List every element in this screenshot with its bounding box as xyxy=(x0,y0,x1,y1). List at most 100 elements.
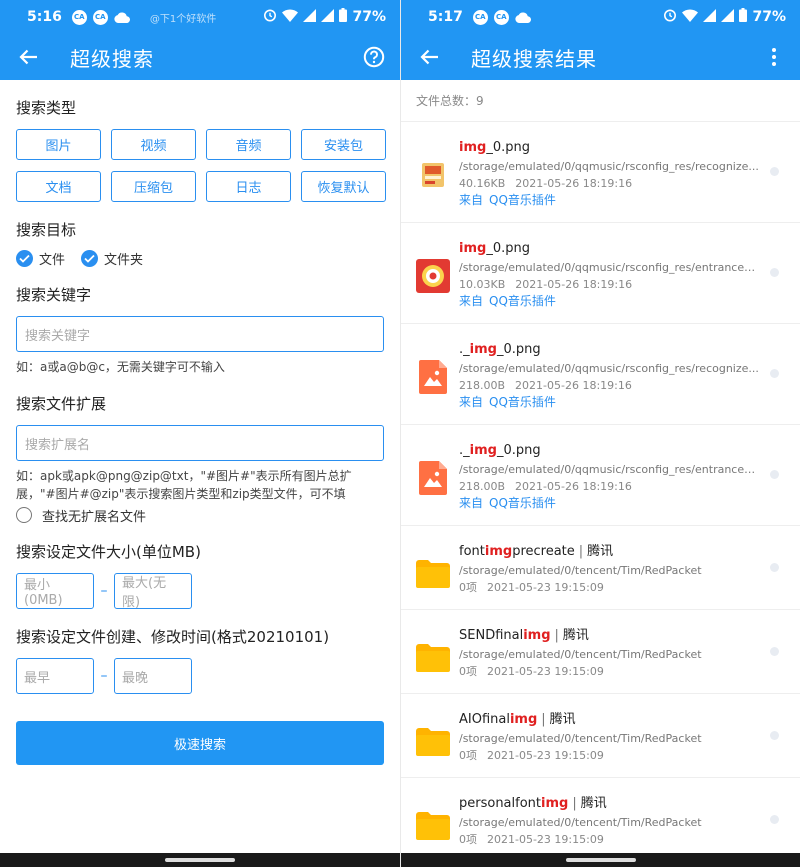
select-indicator[interactable] xyxy=(770,268,779,277)
folder-icon xyxy=(415,724,451,760)
result-date: 2021-05-23 19:15:09 xyxy=(487,665,604,678)
target-folder-checkbox[interactable]: 文件夹 xyxy=(81,249,143,268)
result-item[interactable]: personalfontimg | 腾讯/storage/emulated/0/te… xyxy=(401,778,800,862)
battery-percentage: 77% xyxy=(352,9,386,25)
result-source: 来自 QQ音乐插件 xyxy=(459,192,760,208)
type-video-button[interactable]: 视频 xyxy=(111,129,196,160)
search-screen: 5:16 CA CA @下1个好软件 77% 超级搜索 搜索类型 图片 视频 音… xyxy=(0,0,400,867)
file-count: 文件总数：9 xyxy=(401,80,800,122)
result-meta: 0项 2021-05-23 19:15:09 xyxy=(459,664,760,679)
back-button[interactable] xyxy=(16,45,40,69)
navigation-bar xyxy=(401,853,800,867)
filename-match-highlight: img xyxy=(469,342,497,357)
result-filename: ._img_0.png xyxy=(459,341,760,359)
app-notification-icon: CA xyxy=(493,9,509,25)
result-filename: img_0.png xyxy=(459,139,760,157)
no-extension-radio[interactable]: 查找无扩展名文件 xyxy=(16,506,384,525)
result-item[interactable]: SENDfinalimg | 腾讯/storage/emulated/0/tence… xyxy=(401,610,800,694)
source-name[interactable]: QQ音乐插件 xyxy=(489,395,556,409)
result-source: 来自 QQ音乐插件 xyxy=(459,293,760,309)
select-indicator[interactable] xyxy=(770,647,779,656)
result-path: /storage/emulated/0/qqmusic/rsconfig_res… xyxy=(459,362,759,375)
type-document-button[interactable]: 文档 xyxy=(16,171,101,202)
result-meta: 218.00B 2021-05-26 18:19:16 xyxy=(459,378,760,393)
keyword-input[interactable]: 搜索关键字 xyxy=(16,316,384,352)
back-button[interactable] xyxy=(417,45,441,69)
cloud-icon xyxy=(114,12,130,23)
search-target-options: 文件 文件夹 xyxy=(16,249,384,268)
size-range: 最小(0MB) – 最大(无限) xyxy=(16,573,384,610)
source-name[interactable]: QQ音乐插件 xyxy=(489,193,556,207)
tag-separator: | xyxy=(541,712,546,727)
qqmusic-recognize-thumb-icon xyxy=(415,157,451,193)
search-form: 搜索类型 图片 视频 音频 安装包 文档 压缩包 日志 恢复默认 搜索目标 文件… xyxy=(0,98,400,765)
extension-hint: 如：apk或apk@png@zip@txt，"#图片#"表示所有图片总扩展，"#… xyxy=(16,469,352,501)
battery-icon xyxy=(739,8,748,26)
source-name[interactable]: QQ音乐插件 xyxy=(489,294,556,308)
result-meta: 0项 2021-05-23 19:15:09 xyxy=(459,580,760,595)
select-indicator[interactable] xyxy=(770,731,779,740)
extension-input[interactable]: 搜索扩展名 xyxy=(16,425,384,461)
home-gesture-handle[interactable] xyxy=(165,858,235,862)
more-vert-icon xyxy=(772,48,776,66)
size-max-input[interactable]: 最大(无限) xyxy=(114,573,192,610)
alarm-icon xyxy=(663,8,677,26)
status-bar: 5:17 CA CA 77% xyxy=(401,0,800,34)
result-size: 218.00B xyxy=(459,379,506,392)
type-image-button[interactable]: 图片 xyxy=(16,129,101,160)
select-indicator[interactable] xyxy=(770,563,779,572)
type-audio-button[interactable]: 音频 xyxy=(206,129,291,160)
results-list: img_0.png/storage/emulated/0/qqmusic/rsc… xyxy=(401,122,800,862)
source-name[interactable]: QQ音乐插件 xyxy=(489,496,556,510)
search-type-label: 搜索类型 xyxy=(16,99,77,117)
select-indicator[interactable] xyxy=(770,815,779,824)
status-time: 5:16 xyxy=(27,9,62,25)
quick-search-button[interactable]: 极速搜索 xyxy=(16,721,384,765)
time-from-input[interactable]: 最早 xyxy=(16,658,94,694)
select-indicator[interactable] xyxy=(770,369,779,378)
filename-suffix: _0.png xyxy=(486,140,530,155)
result-text: SENDfinalimg | 腾讯/storage/emulated/0/tence… xyxy=(459,627,760,679)
select-indicator[interactable] xyxy=(770,470,779,479)
signal-icon xyxy=(721,8,735,26)
result-item[interactable]: img_0.png/storage/emulated/0/qqmusic/rsc… xyxy=(401,122,800,223)
result-item[interactable]: img_0.png/storage/emulated/0/qqmusic/rsc… xyxy=(401,223,800,324)
time-range-separator: – xyxy=(100,668,108,684)
signal-icon xyxy=(703,8,717,26)
result-item[interactable]: ._img_0.png/storage/emulated/0/qqmusic/r… xyxy=(401,324,800,425)
result-text: fontimgprecreate | 腾讯/storage/emulated/0/t… xyxy=(459,543,760,595)
more-options-button[interactable] xyxy=(762,45,786,69)
result-item[interactable]: ._img_0.png/storage/emulated/0/qqmusic/r… xyxy=(401,425,800,526)
filename-match-highlight: img xyxy=(459,241,487,256)
select-indicator[interactable] xyxy=(770,167,779,176)
signal-icon xyxy=(303,8,317,26)
result-date: 2021-05-26 18:19:16 xyxy=(515,177,633,190)
result-text: img_0.png/storage/emulated/0/qqmusic/rsc… xyxy=(459,240,760,309)
battery-icon xyxy=(339,8,348,26)
app-notification-icon: CA xyxy=(472,9,488,25)
home-gesture-handle[interactable] xyxy=(565,858,636,862)
result-filename: fontimgprecreate | 腾讯 xyxy=(459,543,760,561)
target-file-checkbox[interactable]: 文件 xyxy=(16,249,65,268)
result-meta: 40.16KB 2021-05-26 18:19:16 xyxy=(459,176,760,191)
keyword-placeholder: 搜索关键字 xyxy=(25,328,91,344)
result-path: /storage/emulated/0/qqmusic/rsconfig_res… xyxy=(459,261,760,274)
size-range-separator: – xyxy=(100,583,108,599)
navigation-bar xyxy=(0,853,400,867)
restore-default-button[interactable]: 恢复默认 xyxy=(301,171,386,202)
result-meta: 218.00B 2021-05-26 18:19:16 xyxy=(459,479,760,494)
result-item[interactable]: fontimgprecreate | 腾讯/storage/emulated/0/t… xyxy=(401,526,800,610)
result-meta: 0项 2021-05-23 19:15:09 xyxy=(459,748,760,763)
result-text: ._img_0.png/storage/emulated/0/qqmusic/r… xyxy=(459,341,760,410)
time-to-input[interactable]: 最晚 xyxy=(114,658,192,694)
result-item[interactable]: AIOfinalimg | 腾讯/storage/emulated/0/tencen… xyxy=(401,694,800,778)
size-min-input[interactable]: 最小(0MB) xyxy=(16,573,94,609)
type-apk-button[interactable]: 安装包 xyxy=(301,129,386,160)
type-archive-button[interactable]: 压缩包 xyxy=(111,171,196,202)
type-log-button[interactable]: 日志 xyxy=(206,171,291,202)
result-date: 2021-05-23 19:15:09 xyxy=(487,581,604,594)
watermark-text: @下1个好软件 xyxy=(149,13,217,25)
filename-match-highlight: img xyxy=(523,628,551,643)
help-button[interactable] xyxy=(362,45,386,69)
search-results-screen: 5:17 CA CA 77% 超级搜索结果 文件总数：9 img_0.png/s… xyxy=(401,0,800,867)
